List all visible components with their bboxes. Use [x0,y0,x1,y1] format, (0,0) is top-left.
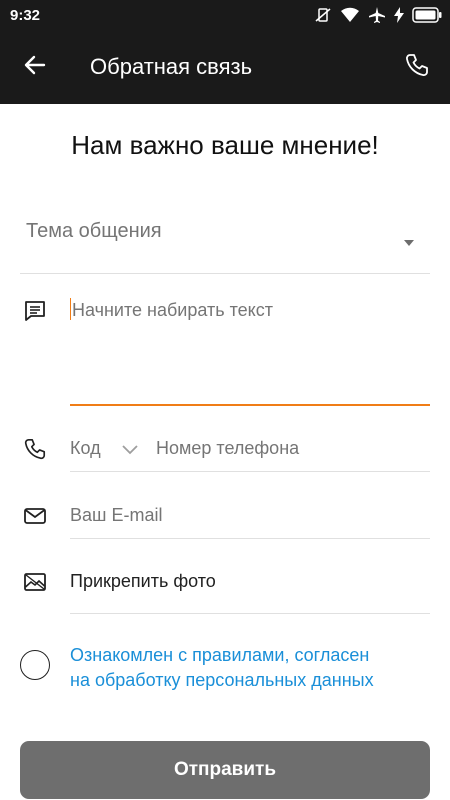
back-button[interactable] [18,50,52,84]
submit-button[interactable]: Отправить [20,741,430,799]
phone-icon [404,52,430,83]
phone-field-icon [22,436,48,462]
status-bar: 9:32 [0,0,450,30]
page-title: Обратная связь [90,54,253,79]
wifi-icon [340,7,360,23]
image-icon [22,569,48,595]
chevron-down-icon[interactable] [122,442,138,460]
topic-dropdown[interactable]: Тема общения [20,212,430,274]
status-icons [314,6,442,24]
text-cursor [70,298,71,320]
battery-icon [412,7,442,23]
arrow-back-icon [23,53,47,82]
attach-photo-button[interactable]: Прикрепить фото [70,562,430,614]
consent-link[interactable]: Ознакомлен с правилами, согласен на обра… [70,643,430,693]
call-button[interactable] [400,50,434,84]
caret-down-icon [404,240,414,246]
message-placeholder: Начните набирать текст [72,300,273,320]
feedback-headline: Нам важно ваше мнение! [71,130,379,160]
status-time: 9:32 [10,7,41,24]
topic-label: Тема общения [26,220,162,242]
attach-photo-label: Прикрепить фото [70,571,216,591]
email-placeholder: Ваш E-mail [70,505,163,525]
message-icon [22,298,48,324]
charging-icon [394,7,404,23]
vibrate-off-icon [314,7,332,23]
country-code-select[interactable]: Код [70,438,101,459]
consent-line-1: Ознакомлен с правилами, согласен [70,645,370,665]
consent-line-2: на обработку персональных данных [70,670,374,690]
email-field[interactable]: Ваш E-mail [70,495,430,539]
message-input[interactable]: Начните набирать текст [70,294,430,406]
app-bar: Обратная связь [0,30,450,104]
phone-number-input[interactable]: Номер телефона [156,438,299,459]
phone-field: Код Номер телефона [70,428,430,472]
airplane-icon [368,6,386,24]
consent-radio[interactable] [20,650,50,680]
mail-icon [22,503,48,529]
